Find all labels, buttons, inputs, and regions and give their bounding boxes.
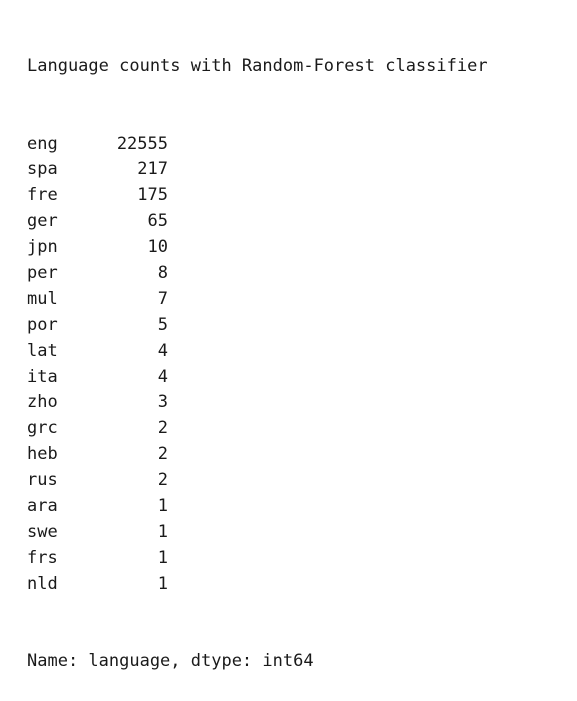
language-code: jpn (27, 237, 58, 258)
language-code: grc (27, 418, 58, 439)
list-item: frs 1 (27, 546, 488, 572)
language-count: 5 (157, 314, 168, 335)
list-item: ara 1 (27, 494, 488, 520)
language-count: 3 (157, 392, 168, 413)
language-code: frs (27, 547, 58, 568)
list-item: heb 2 (27, 442, 488, 468)
language-count: 65 (147, 211, 168, 232)
output-title: Language counts with Random-Forest class… (27, 55, 488, 76)
language-code: ara (27, 495, 58, 516)
language-code: mul (27, 288, 58, 309)
language-count: 175 (137, 185, 168, 206)
list-item: por 5 (27, 313, 488, 339)
list-item: zho 3 (27, 390, 488, 416)
language-count: 1 (157, 547, 168, 568)
language-code: swe (27, 521, 58, 542)
language-code: nld (27, 573, 58, 594)
language-count: 8 (157, 262, 168, 283)
list-item: fre 175 (27, 183, 488, 209)
language-count: 1 (157, 521, 168, 542)
language-code: zho (27, 392, 58, 413)
console-output: Language counts with Random-Forest class… (27, 2, 488, 701)
list-item: jpn 10 (27, 235, 488, 261)
language-code: ger (27, 211, 58, 232)
list-item: grc 2 (27, 416, 488, 442)
list-item: mul 7 (27, 287, 488, 313)
language-code: ita (27, 366, 58, 387)
list-item: lat 4 (27, 339, 488, 365)
language-count: 2 (157, 444, 168, 465)
language-count: 2 (157, 418, 168, 439)
language-code: heb (27, 444, 58, 465)
language-code: rus (27, 470, 58, 491)
output-footer: Name: language, dtype: int64 (27, 651, 314, 672)
language-count: 4 (157, 340, 168, 361)
list-item: per 8 (27, 261, 488, 287)
language-count: 4 (157, 366, 168, 387)
list-item: eng 22555 (27, 132, 488, 158)
language-count-list: eng 22555 spa 217 fre 175 ger 65 jpn 10 per 8 mul 7 po… (27, 132, 488, 598)
language-code: lat (27, 340, 58, 361)
language-count: 217 (137, 159, 168, 180)
language-count: 10 (147, 237, 168, 258)
language-count: 1 (157, 573, 168, 594)
language-code: spa (27, 159, 58, 180)
language-count: 2 (157, 470, 168, 491)
list-item: spa 217 (27, 157, 488, 183)
language-code: fre (27, 185, 58, 206)
list-item: ger 65 (27, 209, 488, 235)
list-item: ita 4 (27, 365, 488, 391)
language-code: eng (27, 133, 58, 154)
list-item: swe 1 (27, 520, 488, 546)
language-count: 1 (157, 495, 168, 516)
list-item: nld 1 (27, 572, 488, 598)
language-count: 7 (157, 288, 168, 309)
language-code: per (27, 262, 58, 283)
language-code: por (27, 314, 58, 335)
language-count: 22555 (116, 133, 168, 154)
list-item: rus 2 (27, 468, 488, 494)
